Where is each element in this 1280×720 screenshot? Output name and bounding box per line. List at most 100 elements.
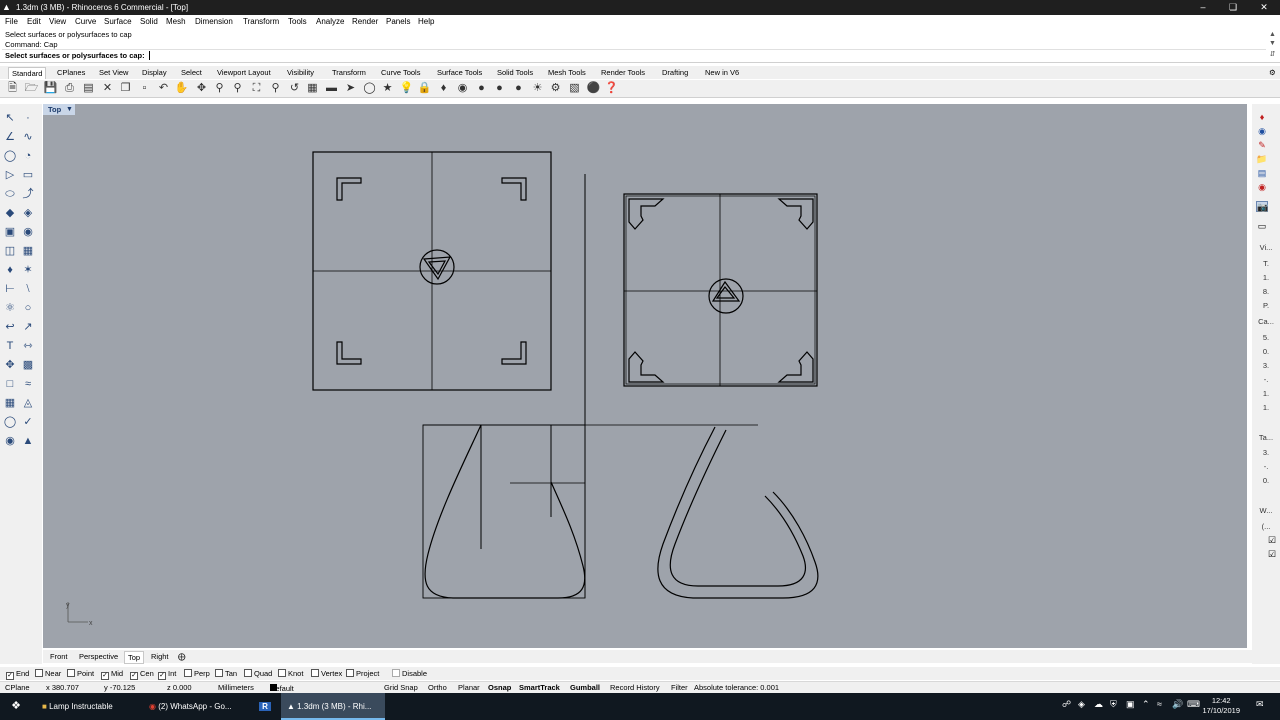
- environment-sphere-icon[interactable]: ●: [511, 81, 526, 96]
- undo-icon[interactable]: ↶: [156, 81, 171, 96]
- smarttrack-toggle[interactable]: SmartTrack: [519, 683, 560, 693]
- osnap-disable[interactable]: Disable: [392, 668, 427, 679]
- layer-icon[interactable]: ♦: [436, 81, 451, 96]
- tab-display[interactable]: Display: [139, 67, 170, 79]
- maximize-button[interactable]: ❏: [1218, 1, 1248, 14]
- osnap-mid[interactable]: ✓ Mid: [101, 668, 123, 680]
- rectangle-icon[interactable]: ▭: [20, 167, 36, 183]
- tab-cplanes[interactable]: CPlanes: [54, 67, 88, 79]
- tray-dropbox-icon[interactable]: ◈: [1078, 699, 1085, 710]
- taskbar-item-explorer[interactable]: ■ Lamp Instructable: [36, 693, 141, 720]
- tab-visibility[interactable]: Visibility: [284, 67, 317, 79]
- check-icon[interactable]: ✓: [20, 414, 36, 430]
- scroll-down-icon[interactable]: ▼: [1268, 39, 1277, 48]
- checkbox-icon[interactable]: [346, 669, 354, 677]
- square-part-left[interactable]: [312, 151, 552, 391]
- osnap-quad[interactable]: Quad: [244, 668, 272, 679]
- render-tool-icon[interactable]: ◉: [2, 433, 18, 449]
- orient-icon[interactable]: ≈: [20, 376, 36, 392]
- osnap-knot[interactable]: Knot: [278, 668, 303, 679]
- fillet-curve-icon[interactable]: ⤴: [20, 186, 36, 202]
- curve-icon[interactable]: ∿: [20, 129, 36, 145]
- menu-tools[interactable]: Tools: [288, 17, 307, 26]
- print-icon[interactable]: ⎙: [62, 81, 77, 96]
- point-tool-icon[interactable]: ·: [20, 110, 36, 126]
- menu-panels[interactable]: Panels: [386, 17, 410, 26]
- tab-mesh-tools[interactable]: Mesh Tools: [545, 67, 589, 79]
- move-icon[interactable]: ➤: [343, 81, 358, 96]
- viewport-canvas[interactable]: y x: [43, 104, 1247, 648]
- add-viewport-icon[interactable]: ⨁: [175, 651, 189, 662]
- osnap-tan[interactable]: Tan: [215, 668, 237, 679]
- grid-snap-toggle[interactable]: Grid Snap: [384, 683, 418, 693]
- osnap-project[interactable]: Project: [346, 668, 379, 679]
- extend-icon[interactable]: ↗: [20, 319, 36, 335]
- polyline-icon[interactable]: ∠: [2, 129, 18, 145]
- zoom-extents-icon[interactable]: ⛶: [249, 81, 264, 96]
- tab-front[interactable]: Front: [47, 651, 71, 662]
- tab-top[interactable]: Top: [124, 651, 145, 664]
- settings-gear-icon[interactable]: ⚙: [1266, 67, 1279, 79]
- tab-surface-tools[interactable]: Surface Tools: [434, 67, 485, 79]
- pan-hand-icon[interactable]: ✋: [174, 81, 189, 96]
- checkbox-icon[interactable]: [278, 669, 286, 677]
- light-icon[interactable]: ☀: [530, 81, 545, 96]
- extrude-curve-icon[interactable]: ◈: [20, 205, 36, 221]
- zoom-window-icon[interactable]: ⚲: [230, 81, 245, 96]
- menu-dimension[interactable]: Dimension: [195, 17, 233, 26]
- ortho-toggle[interactable]: Ortho: [428, 683, 447, 693]
- split-icon[interactable]: ⧵: [20, 281, 36, 297]
- menu-help[interactable]: Help: [418, 17, 434, 26]
- tab-render-tools[interactable]: Render Tools: [598, 67, 648, 79]
- osnap-cen[interactable]: ✓ Cen: [130, 668, 154, 680]
- lock-icon[interactable]: 🔒: [417, 81, 432, 96]
- menu-edit[interactable]: Edit: [27, 17, 41, 26]
- taskbar-item-revit[interactable]: R: [251, 693, 279, 720]
- text-tool-icon[interactable]: T: [2, 338, 18, 354]
- tab-select[interactable]: Select: [178, 67, 205, 79]
- panel-checkbox-icon[interactable]: ☑: [1266, 549, 1278, 560]
- circle-icon[interactable]: ◯: [2, 148, 18, 164]
- options-gear-icon[interactable]: ⚙: [548, 81, 563, 96]
- tab-standard[interactable]: Standard: [8, 67, 47, 79]
- four-view-icon[interactable]: ▦: [305, 81, 320, 96]
- tray-cloud-icon[interactable]: ☁: [1094, 699, 1103, 710]
- tab-transform[interactable]: Transform: [329, 67, 369, 79]
- dimension-icon[interactable]: ⇿: [20, 338, 36, 354]
- osnap-toggle[interactable]: Osnap: [488, 683, 511, 693]
- color-wheel-icon[interactable]: ◉: [455, 81, 470, 96]
- command-list-icon[interactable]: ⇵: [1268, 50, 1277, 59]
- tab-set-view[interactable]: Set View: [96, 67, 131, 79]
- box-icon[interactable]: ▣: [2, 224, 18, 240]
- save-icon[interactable]: 💾: [43, 81, 58, 96]
- menu-curve[interactable]: Curve: [75, 17, 96, 26]
- menu-mesh[interactable]: Mesh: [166, 17, 186, 26]
- record-history-toggle[interactable]: Record History: [610, 683, 660, 693]
- paste-icon[interactable]: ▫: [137, 81, 152, 96]
- color-panel-icon[interactable]: ◉: [1256, 182, 1268, 193]
- lamp-profile-right[interactable]: [657, 426, 819, 599]
- osnap-int[interactable]: ✓ Int: [158, 668, 176, 680]
- properties-icon[interactable]: ▤: [81, 81, 96, 96]
- tab-perspective[interactable]: Perspective: [76, 651, 121, 662]
- layers-panel-icon[interactable]: ◉: [1256, 126, 1268, 137]
- array-icon[interactable]: □: [2, 376, 18, 392]
- tray-people-icon[interactable]: ☍: [1062, 699, 1071, 710]
- viewport-menu-icon[interactable]: ▼: [66, 104, 73, 115]
- osnap-near[interactable]: Near: [35, 668, 61, 679]
- lamp-profile-left[interactable]: [422, 424, 758, 599]
- units-label[interactable]: Millimeters: [218, 683, 254, 693]
- tray-volume-icon[interactable]: 🔊: [1172, 699, 1183, 710]
- camera-panel-icon[interactable]: 📷: [1256, 201, 1268, 212]
- tray-keyboard-icon[interactable]: ⌨: [1187, 699, 1200, 710]
- tab-curve-tools[interactable]: Curve Tools: [378, 67, 423, 79]
- display-panel-icon[interactable]: ▭: [1256, 221, 1268, 232]
- arc-icon[interactable]: ◔: [20, 148, 36, 164]
- folder-panel-icon[interactable]: 📁: [1256, 154, 1268, 165]
- sphere-icon[interactable]: ◉: [20, 224, 36, 240]
- cplane-icon[interactable]: ▬: [324, 81, 339, 96]
- checkbox-icon[interactable]: [392, 669, 400, 677]
- help-icon[interactable]: ❓: [604, 81, 619, 96]
- menu-render[interactable]: Render: [352, 17, 378, 26]
- taskbar-item-chrome[interactable]: ◉ (2) WhatsApp - Go...: [143, 693, 248, 720]
